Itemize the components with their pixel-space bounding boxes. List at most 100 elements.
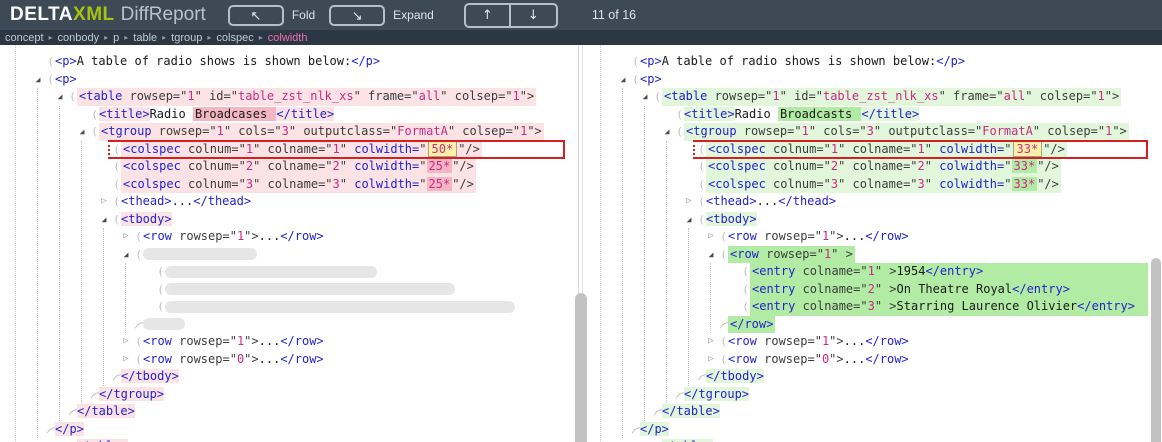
xml-token: "	[925, 142, 939, 156]
xml-token: table_zst_nlk_xs	[238, 89, 354, 103]
xml-row: ▷(<row rowsep="1">...</row>	[583, 228, 1162, 246]
xml-line: <row rowsep="0">...</row>	[728, 351, 909, 369]
xml-line: <colspec colnum="1" colname="1" colwidth…	[706, 141, 1067, 159]
expand-button[interactable]: ↘	[329, 5, 385, 26]
xml-token: rowsep="	[737, 124, 802, 138]
expand-toggle-icon[interactable]: ▷	[703, 351, 719, 369]
xml-line: <entry colname="2" >On Theatre Royal</en…	[750, 281, 1148, 299]
xml-token: <thead>	[706, 194, 757, 208]
expand-toggle-icon[interactable]: ▷	[681, 193, 697, 211]
expand-toggle-icon[interactable]: ▷	[118, 228, 134, 246]
xml-token: ">	[520, 89, 534, 103]
breadcrumb-item-concept[interactable]: concept	[5, 32, 44, 44]
xml-token: colwidth=	[354, 177, 419, 191]
xml-token: </row>	[865, 352, 908, 366]
fold-mark: (	[719, 351, 728, 369]
xml-token: colnum="	[181, 142, 246, 156]
xml-token: table_zst_nlk_xs	[823, 89, 939, 103]
xml-row: ◢(<row rowsep="1" >	[583, 246, 1162, 264]
expand-toggle-icon[interactable]: ▷	[118, 333, 134, 351]
breadcrumb-separator: ▸	[162, 33, 166, 42]
xml-row: ◢(<p>	[0, 71, 578, 89]
expander-spacer	[96, 141, 112, 159]
xml-line: </tbody>	[706, 368, 764, 386]
xml-row: <table	[0, 438, 578, 442]
fold-mark	[68, 438, 77, 442]
left-pane-scrollbar-thumb[interactable]	[575, 293, 587, 442]
xml-token: " frame="	[354, 89, 419, 103]
expand-toggle-icon[interactable]: ▷	[96, 193, 112, 211]
xml-token: 2	[333, 159, 340, 173]
xml-token: " cols="	[809, 124, 867, 138]
collapse-toggle-icon[interactable]: ◢	[681, 211, 697, 229]
fold-mark: (	[112, 176, 121, 194]
xml-token: colwidth=	[354, 159, 419, 173]
xml-token: <tbody>	[121, 212, 172, 226]
xml-row: (</tgroup>	[583, 386, 1162, 404]
xml-line: <table rowsep="1" id="table_zst_nlk_xs" …	[662, 88, 1121, 106]
collapse-toggle-icon[interactable]: ◢	[703, 246, 719, 264]
xml-row: (<entry colname="1" >1954</entry>	[583, 263, 1162, 281]
xml-row: ▷(<row rowsep="1">...</row>	[583, 333, 1162, 351]
xml-token: </table>	[662, 404, 720, 418]
collapse-toggle-icon[interactable]: ◢	[637, 88, 653, 106]
right-pane[interactable]: (<p>A table of radio shows is shown belo…	[582, 45, 1162, 442]
collapse-toggle-icon[interactable]: ◢	[615, 71, 631, 89]
expand-toggle-icon[interactable]: ▷	[703, 228, 719, 246]
xml-token: </tgroup>	[99, 387, 164, 401]
xml-row: (</tbody>	[583, 368, 1162, 386]
xml-token: </thead>	[778, 194, 836, 208]
xml-row: <table	[583, 438, 1162, 442]
xml-token: "	[1004, 159, 1011, 173]
breadcrumb-item-conbody[interactable]: conbody	[58, 32, 100, 44]
xml-token: ...	[844, 352, 866, 366]
next-change-button[interactable]: ↓	[511, 5, 556, 26]
right-pane-scrollbar-thumb[interactable]	[1151, 258, 1161, 442]
left-pane[interactable]: (<p>A table of radio shows is shown belo…	[0, 45, 579, 442]
fold-button[interactable]: ↖	[228, 5, 284, 26]
collapse-toggle-icon[interactable]: ◢	[96, 211, 112, 229]
previous-change-button[interactable]: ↑	[466, 5, 511, 26]
xml-token: colwidth=	[939, 159, 1004, 173]
xml-token: </row>	[280, 229, 323, 243]
breadcrumb-item-p[interactable]: p	[113, 32, 119, 44]
xml-token: </entry>	[1012, 282, 1070, 296]
xml-token: <tgroup	[101, 124, 152, 138]
fold-mark	[653, 438, 662, 442]
expand-toggle-icon[interactable]: ▷	[703, 333, 719, 351]
xml-token: 2	[868, 282, 875, 296]
xml-token: "	[419, 142, 426, 156]
expander-spacer	[74, 106, 90, 124]
xml-token: Radio	[735, 107, 778, 121]
xml-row: (</tbody>	[0, 368, 578, 386]
xml-token: rowsep="	[172, 229, 237, 243]
xml-line: <tgroup rowsep="1" cols="3" outputclass=…	[99, 123, 544, 141]
expand-toggle-icon[interactable]: ▷	[118, 351, 134, 369]
expander-spacer	[96, 176, 112, 194]
xml-token: 3	[282, 124, 289, 138]
xml-token: " colsep="	[1033, 124, 1105, 138]
change-counter: 11 of 16	[592, 8, 636, 22]
breadcrumb-item-colspec[interactable]: colspec	[216, 32, 253, 44]
breadcrumb-item-colwidth[interactable]: colwidth	[268, 32, 308, 44]
collapse-toggle-icon[interactable]: ◢	[74, 123, 90, 141]
breadcrumb-item-table[interactable]: table	[133, 32, 157, 44]
xml-token: rowsep="	[707, 89, 772, 103]
collapse-toggle-icon[interactable]: ◢	[659, 123, 675, 141]
xml-token: rowsep="	[759, 247, 824, 261]
xml-token: " >	[875, 264, 897, 278]
xml-tree-right: (<p>A table of radio shows is shown belo…	[583, 53, 1162, 442]
xml-token: </entry>	[925, 264, 983, 278]
xml-token: ">	[244, 334, 258, 348]
xml-token: "/>	[1043, 142, 1065, 156]
xml-token: </p>	[936, 54, 965, 68]
xml-line: </tgroup>	[99, 386, 164, 404]
xml-row: (<colspec colnum="3" colname="3" colwidt…	[583, 176, 1162, 194]
breadcrumb-item-tgroup[interactable]: tgroup	[171, 32, 202, 44]
fold-arrow-icon: ↖	[250, 9, 261, 24]
fold-mark: (	[741, 263, 750, 281]
collapse-toggle-icon[interactable]: ◢	[118, 246, 134, 264]
xml-token: rowsep="	[122, 89, 187, 103]
collapse-toggle-icon[interactable]: ◢	[52, 88, 68, 106]
collapse-toggle-icon[interactable]: ◢	[30, 71, 46, 89]
